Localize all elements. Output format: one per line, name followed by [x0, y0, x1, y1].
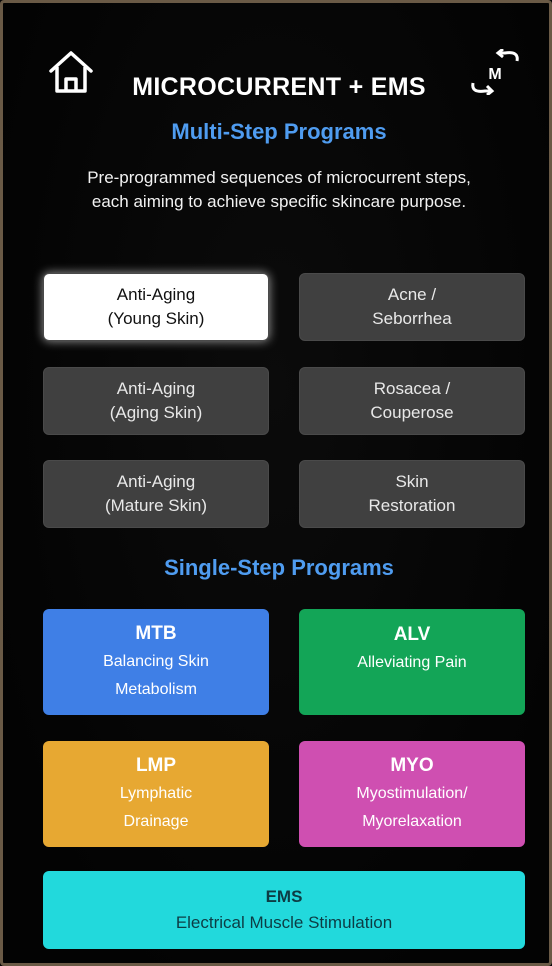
program-code: ALV	[393, 624, 431, 645]
program-desc-line1: Myostimulation/	[356, 785, 468, 802]
program-label-line1: Acne /	[387, 285, 437, 304]
program-label-line1: Anti-Aging	[116, 472, 196, 491]
program-anti-aging-young-button[interactable]: Anti-Aging (Young Skin)	[43, 273, 269, 341]
multi-step-description: Pre-programmed sequences of microcurrent…	[33, 166, 525, 214]
program-skin-restoration-button[interactable]: Skin Restoration	[299, 460, 525, 528]
program-anti-aging-mature-button[interactable]: Anti-Aging (Mature Skin)	[43, 460, 269, 528]
multi-step-title: Multi-Step Programs	[171, 119, 387, 144]
program-label-line1: Skin	[395, 472, 429, 491]
program-desc-line1: Lymphatic	[119, 785, 193, 802]
program-rosacea-couperose-button[interactable]: Rosacea / Couperose	[299, 367, 525, 435]
program-acne-seborrhea-button[interactable]: Acne / Seborrhea	[299, 273, 525, 341]
program-myo-button[interactable]: MYO Myostimulation/ Myorelaxation	[299, 741, 525, 847]
program-desc-line1: Alleviating Pain	[357, 654, 467, 671]
program-ems-button[interactable]: EMS Electrical Muscle Stimulation	[43, 871, 525, 949]
program-alv-button[interactable]: ALV Alleviating Pain	[299, 609, 525, 715]
program-label-line1: Anti-Aging	[116, 285, 196, 304]
mode-switch-label: M	[488, 66, 501, 83]
program-desc-line2: Myorelaxation	[362, 813, 462, 830]
description-line: each aiming to achieve specific skincare…	[91, 192, 467, 211]
program-label-line2: (Aging Skin)	[109, 403, 203, 422]
program-label-line1: Rosacea /	[373, 379, 451, 398]
header: MICROCURRENT + EMS M	[3, 43, 552, 113]
program-label-line2: (Young Skin)	[107, 309, 205, 328]
program-label-line2: (Mature Skin)	[104, 496, 208, 515]
program-mtb-button[interactable]: MTB Balancing Skin Metabolism	[43, 609, 269, 715]
program-label-line2: Couperose	[370, 403, 454, 422]
program-code: MYO	[390, 755, 434, 776]
program-label-line2: Seborrhea	[372, 309, 452, 328]
program-code: MTB	[135, 623, 177, 644]
program-code: LMP	[135, 755, 177, 776]
program-code: EMS	[265, 887, 303, 906]
program-label-line1: Anti-Aging	[116, 379, 196, 398]
single-step-title: Single-Step Programs	[164, 555, 394, 580]
program-desc-line2: Drainage	[123, 813, 189, 830]
program-anti-aging-aging-button[interactable]: Anti-Aging (Aging Skin)	[43, 367, 269, 435]
program-desc-line1: Balancing Skin	[103, 653, 209, 670]
program-label-line2: Restoration	[368, 496, 456, 515]
mode-switch-icon[interactable]: M	[465, 49, 525, 95]
program-lmp-button[interactable]: LMP Lymphatic Drainage	[43, 741, 269, 847]
program-desc-line1: Electrical Muscle Stimulation	[175, 913, 393, 932]
program-desc-line2: Metabolism	[115, 681, 197, 698]
description-line: Pre-programmed sequences of microcurrent…	[87, 168, 471, 187]
app-frame: MICROCURRENT + EMS M Multi-Step Programs…	[0, 0, 552, 966]
